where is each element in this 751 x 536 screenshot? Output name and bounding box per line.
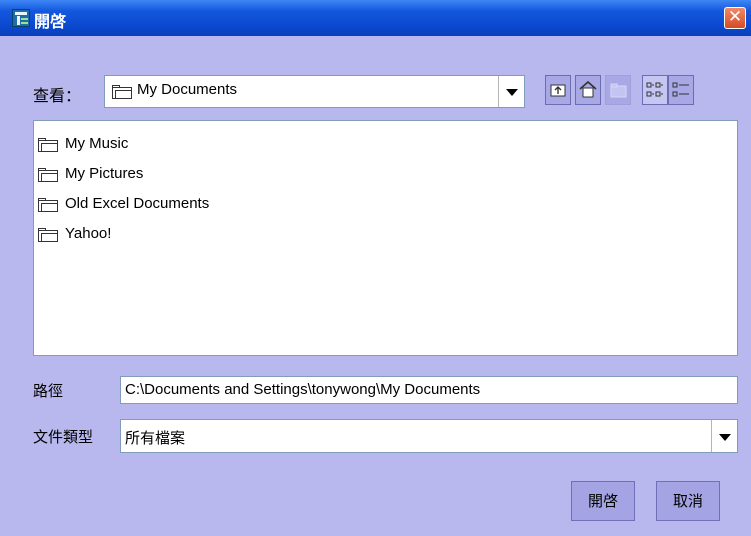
details-view-icon [672, 82, 689, 97]
home-button[interactable] [575, 75, 601, 105]
open-dialog: 開啓 ✕ 查看： My Documents My Music My Pictur… [0, 0, 751, 536]
window-title: 開啓 [34, 12, 67, 31]
new-folder-icon [610, 83, 627, 98]
file-type-label: 文件類型 [33, 428, 94, 446]
list-item[interactable]: Yahoo! [34, 222, 434, 246]
path-label: 路徑 [33, 382, 64, 400]
list-view-icon [646, 82, 663, 97]
up-one-level-icon [550, 84, 566, 97]
title-bar[interactable]: 開啓 ✕ [0, 0, 751, 36]
path-input[interactable]: C:\Documents and Settings\tonywong\My Do… [120, 376, 738, 404]
look-in-combo[interactable]: My Documents [104, 75, 525, 108]
folder-icon [38, 198, 58, 212]
look-in-value: My Documents [137, 81, 238, 98]
details-view-button[interactable] [668, 75, 694, 105]
file-type-combo[interactable]: 所有檔案 [120, 419, 738, 453]
open-button[interactable]: 開啓 [571, 481, 635, 521]
file-list[interactable]: My Music My Pictures Old Excel Documents… [33, 120, 738, 356]
close-icon: ✕ [727, 7, 743, 27]
look-in-dropdown-button[interactable] [498, 76, 524, 107]
list-item[interactable]: Old Excel Documents [34, 192, 434, 216]
file-name: Yahoo! [65, 225, 112, 242]
new-folder-button[interactable] [605, 75, 631, 105]
path-value: C:\Documents and Settings\tonywong\My Do… [125, 381, 481, 398]
folder-icon [112, 85, 132, 99]
close-button[interactable]: ✕ [724, 7, 746, 29]
folder-icon [38, 138, 58, 152]
file-type-value: 所有檔案 [125, 430, 186, 447]
up-one-level-button[interactable] [545, 75, 571, 105]
app-icon [12, 9, 30, 27]
file-name: Old Excel Documents [65, 195, 210, 212]
file-type-dropdown-button[interactable] [711, 420, 737, 452]
folder-icon [38, 168, 58, 182]
file-name: My Music [65, 135, 129, 152]
list-view-button[interactable] [642, 75, 668, 105]
home-icon [579, 80, 597, 98]
cancel-button[interactable]: 取消 [656, 481, 720, 521]
list-item[interactable]: My Pictures [34, 162, 434, 186]
folder-icon [38, 228, 58, 242]
look-in-label: 查看： [33, 86, 82, 105]
file-name: My Pictures [65, 165, 144, 182]
chevron-down-icon [719, 434, 731, 441]
chevron-down-icon [506, 89, 518, 96]
list-item[interactable]: My Music [34, 132, 434, 156]
